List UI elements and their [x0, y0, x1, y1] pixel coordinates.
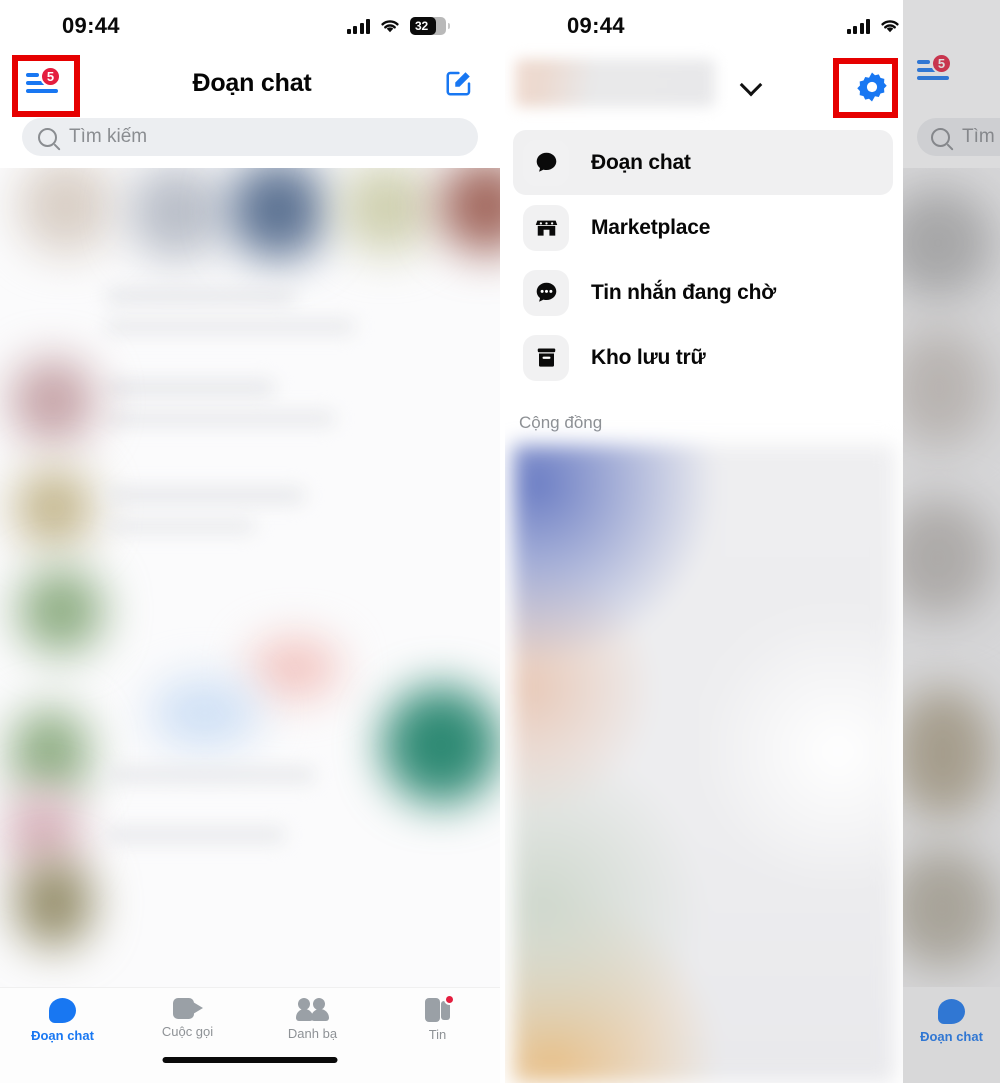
chat-bubble-icon [938, 999, 965, 1024]
tab-contacts[interactable]: Danh bạ [250, 998, 375, 1041]
people-icon [296, 998, 329, 1021]
search-placeholder: Tìm kiếm [69, 126, 148, 147]
community-content-blurred[interactable] [513, 445, 895, 1083]
section-title-community: Cộng đồng [519, 413, 603, 432]
drawer-item-message-requests[interactable]: Tin nhắn đang chờ [513, 260, 893, 325]
cellular-signal-icon [346, 18, 370, 34]
search-icon [38, 127, 57, 147]
stories-badge-dot [443, 994, 455, 1005]
battery-level: 32 [415, 19, 428, 33]
status-time: 09:44 [62, 13, 120, 38]
battery-level: 32 [915, 19, 928, 33]
wifi-icon [381, 20, 399, 33]
search-input[interactable]: Tìm kiếm [22, 118, 478, 156]
stories-icon [424, 994, 455, 1022]
cellular-signal-icon [846, 18, 870, 34]
drawer-item-chats[interactable]: Đoạn chat [513, 130, 893, 195]
highlight-settings-button [833, 58, 898, 118]
peek-menu-button[interactable]: 5 [917, 53, 952, 82]
screenshot-root: 09:44 32 5 Đoạn chat Tìm kiếm Đoạn chat … [0, 0, 1000, 1083]
status-indicators: 32 [346, 17, 450, 35]
wifi-icon [881, 20, 899, 33]
drawer-item-label: Marketplace [591, 215, 711, 239]
battery-icon: 32 [410, 17, 450, 35]
drawer-item-label: Tin nhắn đang chờ [591, 280, 776, 304]
peek-search-placeholder: Tìm [962, 126, 995, 147]
peek-tab-label: Đoạn chat [920, 1029, 983, 1044]
messenger-chats-screen: 09:44 32 5 Đoạn chat Tìm kiếm Đoạn chat … [0, 0, 500, 1083]
status-bar: 09:44 32 [0, 0, 500, 52]
chat-bubble-dots-icon [523, 269, 569, 316]
video-camera-icon [172, 998, 203, 1019]
drawer-menu-list: Đoạn chat Marketplace Tin nhắn đang chờ … [513, 130, 893, 390]
profile-name-blurred[interactable] [515, 59, 715, 107]
peek-tab-chats[interactable]: Đoạn chat [903, 987, 1000, 1083]
search-icon [931, 127, 950, 147]
page-title: Đoạn chat [192, 68, 312, 97]
status-time: 09:44 [567, 13, 625, 38]
storefront-icon [523, 204, 569, 251]
chat-bubble-icon [49, 998, 76, 1023]
drawer-item-marketplace[interactable]: Marketplace [513, 195, 893, 260]
conversation-list-blurred[interactable] [0, 168, 500, 987]
tab-calls[interactable]: Cuộc gọi [125, 998, 250, 1039]
highlight-menu-button [12, 55, 80, 117]
compose-new-message-icon[interactable] [444, 68, 474, 98]
hamburger-menu-icon[interactable]: 5 [917, 53, 952, 82]
bottom-tab-bar: Đoạn chat Cuộc gọi Danh bạ Tin [0, 987, 500, 1083]
drawer-item-label: Kho lưu trữ [591, 345, 706, 369]
peek-search-input[interactable]: Tìm [917, 118, 1000, 156]
tab-calls-label: Cuộc gọi [161, 1024, 214, 1039]
archive-box-icon [523, 334, 569, 381]
tab-stories-label: Tin [428, 1027, 447, 1042]
peek-conversation-list-blurred[interactable] [903, 168, 1000, 987]
chat-bubble-filled-icon [523, 139, 569, 186]
tab-chats[interactable]: Đoạn chat [0, 998, 125, 1043]
tab-stories[interactable]: Tin [375, 994, 500, 1042]
chevron-down-icon[interactable] [741, 73, 761, 93]
drawer-item-label: Đoạn chat [591, 150, 691, 174]
tab-contacts-label: Danh bạ [287, 1026, 338, 1041]
tab-chats-label: Đoạn chat [31, 1028, 94, 1043]
dimmed-chats-peek[interactable]: 5 Tìm Đoạn chat [903, 0, 1000, 1083]
menu-badge: 5 [931, 53, 952, 74]
drawer-item-archive[interactable]: Kho lưu trữ [513, 325, 893, 390]
home-indicator [162, 1057, 338, 1063]
